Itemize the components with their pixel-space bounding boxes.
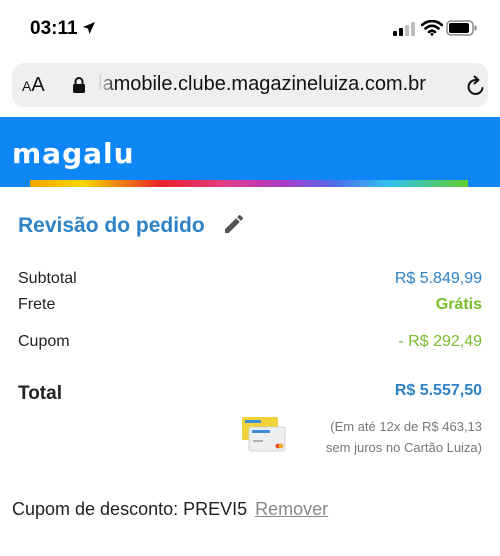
wifi-icon — [421, 20, 443, 36]
browser-address-bar[interactable]: AA lamobile.clube.magazineluiza.com.br — [12, 63, 488, 107]
total-value: R$ 5.557,50 — [394, 382, 482, 399]
lock-icon — [73, 77, 85, 93]
coupon-code-text: Cupom de desconto: PREVI5 — [12, 499, 248, 519]
pencil-edit-icon[interactable] — [222, 212, 246, 236]
aa-large-label: A — [31, 74, 45, 96]
battery-icon — [446, 20, 477, 36]
installment-line-1: (Em até 12x de R$ 463,13 — [330, 419, 482, 434]
shipping-value: Grátis — [435, 296, 482, 313]
installment-line-2: sem juros no Cartão Luiza) — [325, 440, 482, 455]
subtotal-value: R$ 5.849,99 — [394, 270, 482, 287]
cellular-signal-icon — [393, 22, 415, 36]
site-header: magalu — [0, 117, 500, 187]
review-title: Revisão do pedido — [18, 214, 205, 237]
reload-icon[interactable] — [466, 75, 486, 97]
aa-small-label: A — [22, 78, 32, 94]
url-text[interactable]: lamobile.clube.magazineluiza.com.br — [98, 73, 450, 96]
installment-info: (Em até 12x de R$ 463,13 sem juros no Ca… — [282, 416, 482, 458]
luiza-card-icon — [242, 417, 286, 452]
coupon-discount-value: - R$ 292,49 — [398, 333, 482, 350]
status-bar: 03:11 — [0, 0, 500, 56]
location-arrow-icon — [83, 22, 95, 34]
url-fade — [98, 71, 116, 99]
remove-coupon-link[interactable]: Remover — [255, 499, 328, 519]
subtotal-label: Subtotal — [18, 270, 77, 287]
reader-text-size-button[interactable]: AA — [22, 74, 45, 97]
shipping-label: Frete — [18, 296, 56, 313]
coupon-label: Cupom — [18, 333, 70, 350]
coupon-row: Cupom de desconto: PREVI5 Remover — [12, 499, 328, 520]
magalu-logo[interactable]: magalu — [12, 137, 135, 170]
brand-rainbow-stripe — [30, 180, 468, 187]
total-label: Total — [18, 383, 62, 404]
status-time: 03:11 — [30, 18, 78, 39]
